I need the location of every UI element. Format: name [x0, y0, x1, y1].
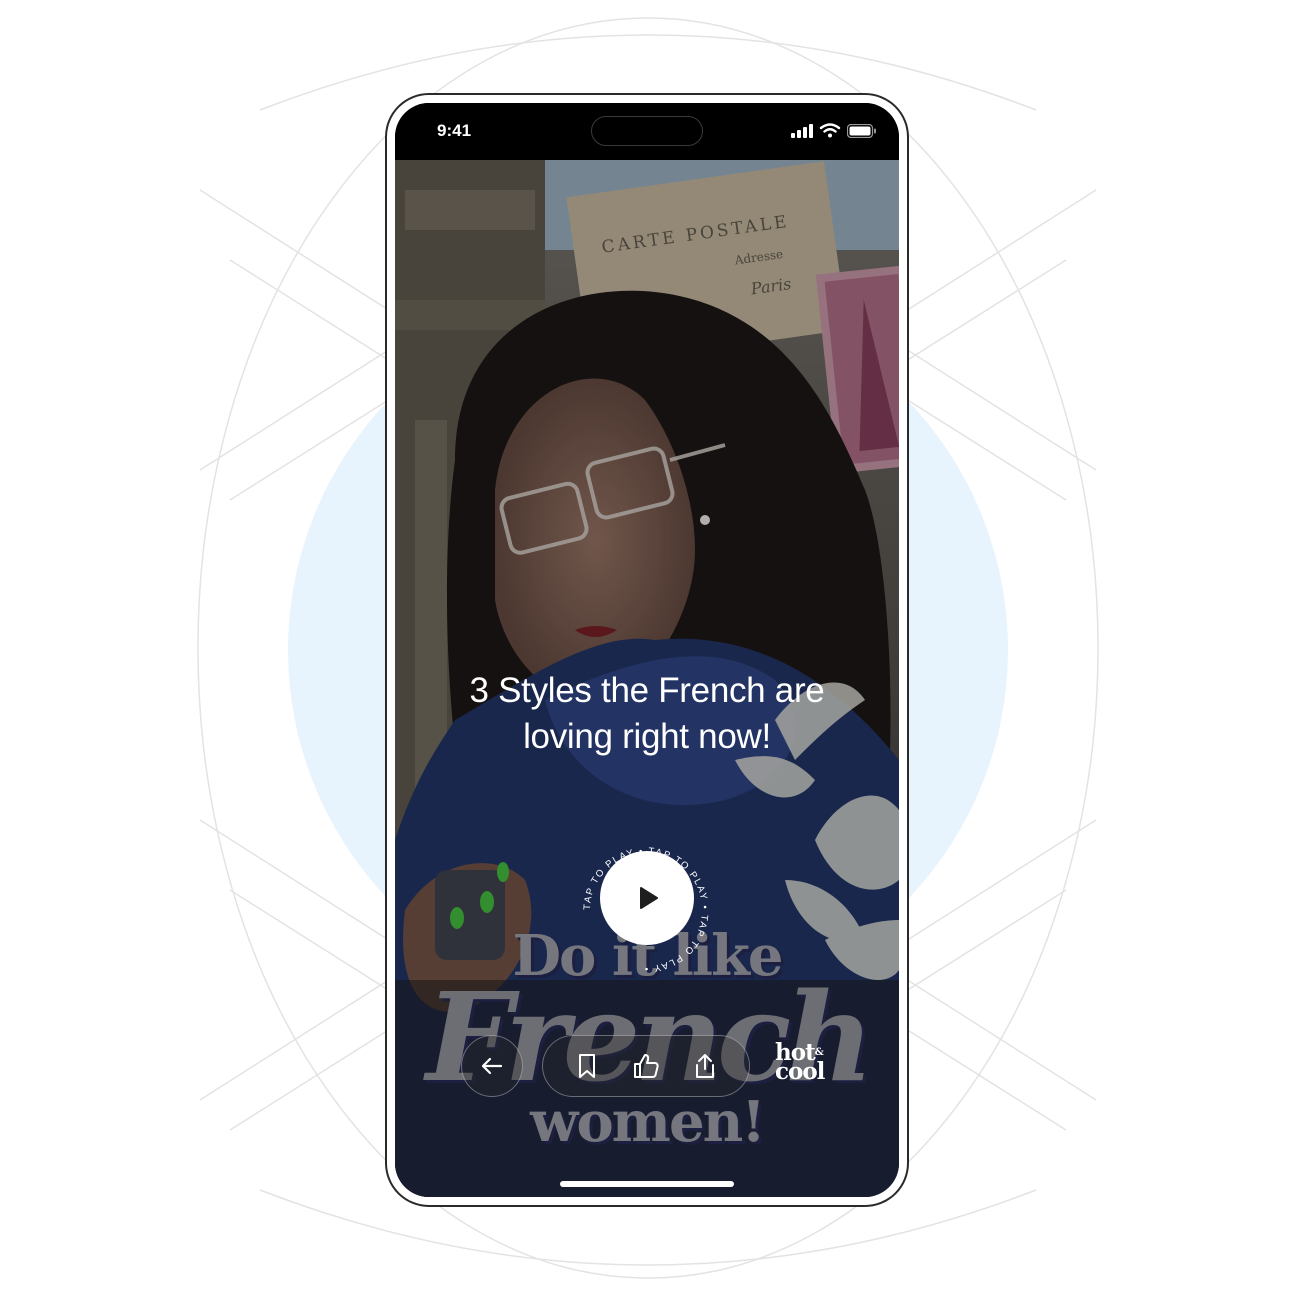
- play-icon: [640, 887, 658, 909]
- headline-line-2: loving right now!: [523, 717, 771, 756]
- signal-icon: [791, 123, 813, 138]
- bookmark-button[interactable]: [567, 1046, 607, 1086]
- home-indicator[interactable]: [560, 1181, 734, 1187]
- overlay-title-line-3: women!: [530, 1089, 766, 1155]
- thumbs-up-icon: [633, 1054, 659, 1078]
- status-time: 9:41: [437, 121, 472, 140]
- back-button[interactable]: [461, 1035, 523, 1097]
- brand-ampersand: &: [814, 1047, 824, 1058]
- headline-line-1: 3 Styles the French are: [469, 671, 825, 710]
- dynamic-island: [591, 116, 703, 146]
- action-bar: [542, 1035, 750, 1097]
- share-button[interactable]: [685, 1046, 725, 1086]
- phone-screen: CARTE POSTALE Adresse Paris 9:41 3 Style…: [395, 103, 899, 1197]
- bookmark-icon: [578, 1054, 595, 1078]
- play-button[interactable]: [600, 851, 694, 945]
- video-headline: 3 Styles the French are loving right now…: [395, 668, 899, 760]
- arrow-left-icon: [481, 1057, 503, 1075]
- brand-logo: hot& cool: [775, 1041, 845, 1083]
- brand-line-2: cool: [775, 1058, 825, 1085]
- status-icons: [791, 123, 877, 138]
- wifi-icon: [819, 123, 841, 138]
- share-icon: [696, 1054, 715, 1078]
- status-bar: 9:41: [395, 103, 899, 160]
- like-button[interactable]: [626, 1046, 666, 1086]
- battery-icon: [847, 123, 876, 138]
